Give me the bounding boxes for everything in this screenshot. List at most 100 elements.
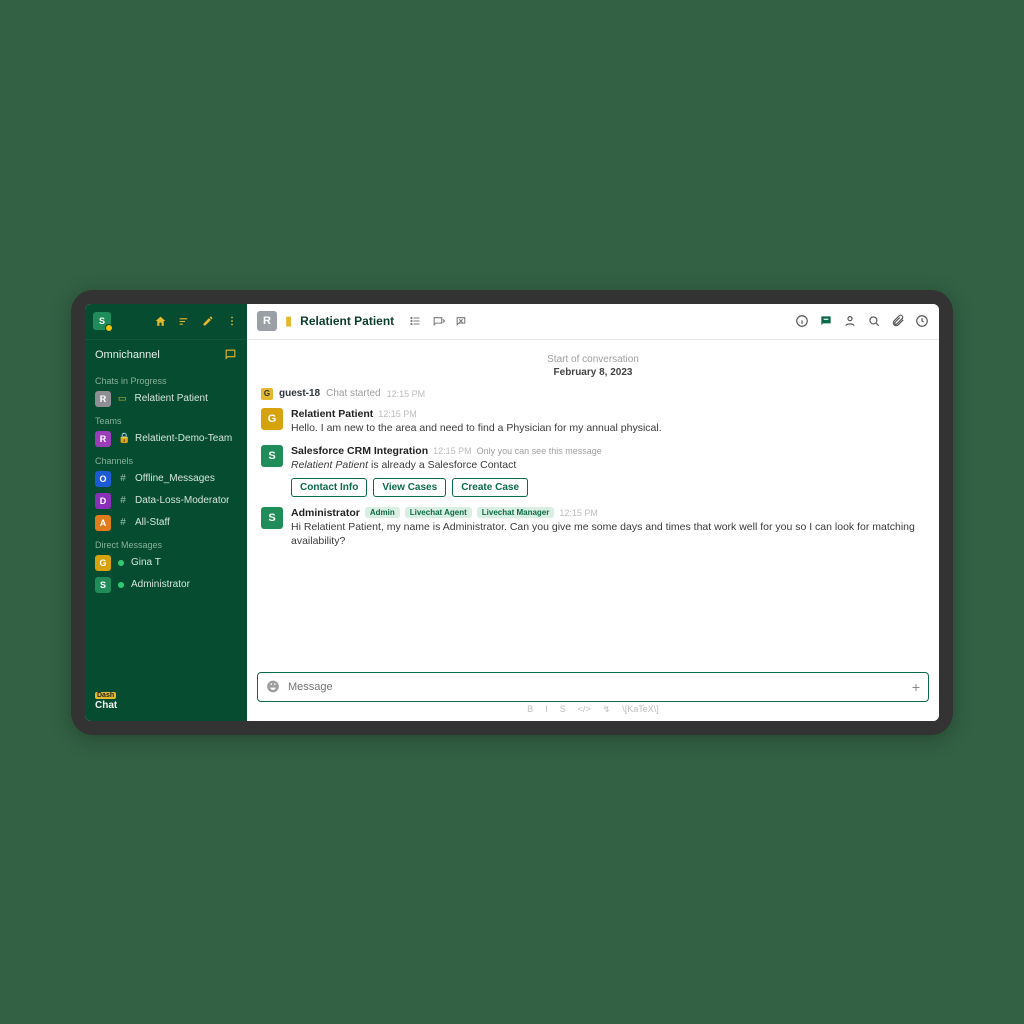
sidebar-item-channel[interactable]: # Offline_Messages: [85, 468, 247, 490]
livechat-mini-icon: ▭: [118, 393, 127, 404]
section-dms: Direct Messages: [85, 534, 247, 552]
sidebar-top: [85, 304, 247, 340]
system-event-text: Chat started: [326, 388, 380, 399]
presence-dot: [118, 582, 124, 588]
view-cases-button[interactable]: View Cases: [373, 478, 446, 497]
system-event: guest-18 Chat started 12:15 PM: [261, 388, 925, 400]
section-channels: Channels: [85, 450, 247, 468]
avatar-chip: [95, 471, 111, 487]
role-badge: Livechat Agent: [405, 507, 472, 518]
lock-icon: 🔒: [118, 433, 128, 444]
omnichannel-label: Omnichannel: [95, 349, 160, 361]
multiline-tool[interactable]: ↯: [603, 704, 611, 715]
system-time: 12:15 PM: [387, 389, 426, 399]
section-teams: Teams: [85, 410, 247, 428]
sidebar-item-channel[interactable]: # All-Staff: [85, 512, 247, 534]
workspace-badge[interactable]: [93, 312, 111, 330]
message-visibility-note: Only you can see this message: [477, 446, 602, 456]
avatar-chip: [95, 577, 111, 593]
message: Salesforce CRM Integration 12:15 PM Only…: [261, 445, 925, 497]
avatar-chip: [95, 515, 111, 531]
strike-tool[interactable]: S: [560, 704, 566, 715]
home-icon[interactable]: [153, 314, 167, 328]
katex-tool[interactable]: \[KaTeX\]: [622, 704, 659, 715]
attachment-icon[interactable]: [891, 314, 905, 328]
message-time: 12:15 PM: [378, 409, 417, 419]
avatar-chip: [95, 555, 111, 571]
message: Administrator Admin Livechat Agent Livec…: [261, 507, 925, 548]
sidebar-item-label: Relatient-Demo-Team: [135, 433, 232, 444]
room-avatar: [257, 311, 277, 331]
info-icon[interactable]: [795, 314, 809, 328]
section-chats: Chats in Progress: [85, 370, 247, 388]
sidebar-item-label: Administrator: [131, 579, 190, 590]
hash-icon: #: [118, 517, 128, 528]
room-header: ▮ Relatient Patient: [247, 304, 939, 340]
sidebar-footer: Dash Chat: [85, 679, 247, 721]
hash-icon: #: [118, 495, 128, 506]
message-sender: Administrator: [291, 507, 360, 519]
sidebar-item-label: Data-Loss-Moderator: [135, 495, 229, 506]
sidebar-item-chat[interactable]: ▭ Relatient Patient: [85, 388, 247, 410]
conversation-start: Start of conversation: [261, 354, 925, 365]
message-italic: Relatient Patient: [291, 459, 368, 471]
message-sender: Relatient Patient: [291, 408, 373, 420]
contact-info-button[interactable]: Contact Info: [291, 478, 367, 497]
system-badge: [261, 388, 273, 400]
composer-area: + B I S </> ↯ \[KaTeX\]: [247, 666, 939, 721]
brand-name: Chat: [95, 700, 117, 711]
date-divider: February 8, 2023: [261, 367, 925, 378]
sidebar-item-label: Relatient Patient: [135, 393, 208, 404]
message-avatar: [261, 408, 283, 430]
compose-icon[interactable]: [201, 314, 215, 328]
message-input[interactable]: [288, 681, 904, 693]
bold-tool[interactable]: B: [527, 704, 533, 715]
role-badge: Admin: [365, 507, 400, 518]
italic-tool[interactable]: I: [545, 704, 548, 715]
room-title: Relatient Patient: [300, 314, 394, 328]
message-sender: Salesforce CRM Integration: [291, 445, 428, 457]
avatar-chip: [95, 391, 111, 407]
message-time: 12:15 PM: [559, 508, 598, 518]
sidebar-item-label: Offline_Messages: [135, 473, 215, 484]
app-screen: Omnichannel Chats in Progress ▭ Relatien…: [85, 304, 939, 721]
sidebar: Omnichannel Chats in Progress ▭ Relatien…: [85, 304, 247, 721]
message-text: Relatient Patient is already a Salesforc…: [291, 458, 925, 472]
omnichannel-header[interactable]: Omnichannel: [85, 340, 247, 370]
sidebar-item-team[interactable]: 🔒 Relatient-Demo-Team: [85, 428, 247, 450]
code-tool[interactable]: </>: [578, 704, 591, 715]
contact-icon[interactable]: [843, 314, 857, 328]
history-icon[interactable]: [915, 314, 929, 328]
create-case-button[interactable]: Create Case: [452, 478, 528, 497]
sidebar-item-dm[interactable]: Gina T: [85, 552, 247, 574]
sidebar-item-label: Gina T: [131, 557, 161, 568]
format-toolbar: B I S </> ↯ \[KaTeX\]: [257, 702, 929, 719]
sidebar-item-label: All-Staff: [135, 517, 170, 528]
sidebar-item-dm[interactable]: Administrator: [85, 574, 247, 596]
forward-chat-icon[interactable]: [431, 314, 445, 328]
tablet-frame: Omnichannel Chats in Progress ▭ Relatien…: [71, 290, 953, 735]
main-panel: ▮ Relatient Patient: [247, 304, 939, 721]
add-attachment-icon[interactable]: +: [912, 679, 920, 695]
message-time: 12:15 PM: [433, 446, 472, 456]
favorite-icon[interactable]: ▮: [285, 313, 292, 329]
avatar-chip: [95, 493, 111, 509]
sidebar-item-channel[interactable]: # Data-Loss-Moderator: [85, 490, 247, 512]
queue-icon[interactable]: [408, 314, 422, 328]
composer[interactable]: +: [257, 672, 929, 702]
search-icon[interactable]: [867, 314, 881, 328]
close-chat-icon[interactable]: [454, 314, 468, 328]
message-list[interactable]: Start of conversation February 8, 2023 g…: [247, 340, 939, 666]
chat-bubble-icon: [223, 348, 237, 362]
emoji-icon[interactable]: [266, 680, 280, 694]
kebab-icon[interactable]: [225, 314, 239, 328]
sort-icon[interactable]: [177, 314, 191, 328]
canned-responses-icon[interactable]: [819, 314, 833, 328]
message-rest: is already a Salesforce Contact: [368, 459, 516, 471]
system-user: guest-18: [279, 388, 320, 399]
role-badge: Livechat Manager: [477, 507, 555, 518]
presence-dot: [118, 560, 124, 566]
avatar-chip: [95, 431, 111, 447]
brand-tag: Dash: [95, 692, 116, 699]
message-avatar: [261, 445, 283, 467]
